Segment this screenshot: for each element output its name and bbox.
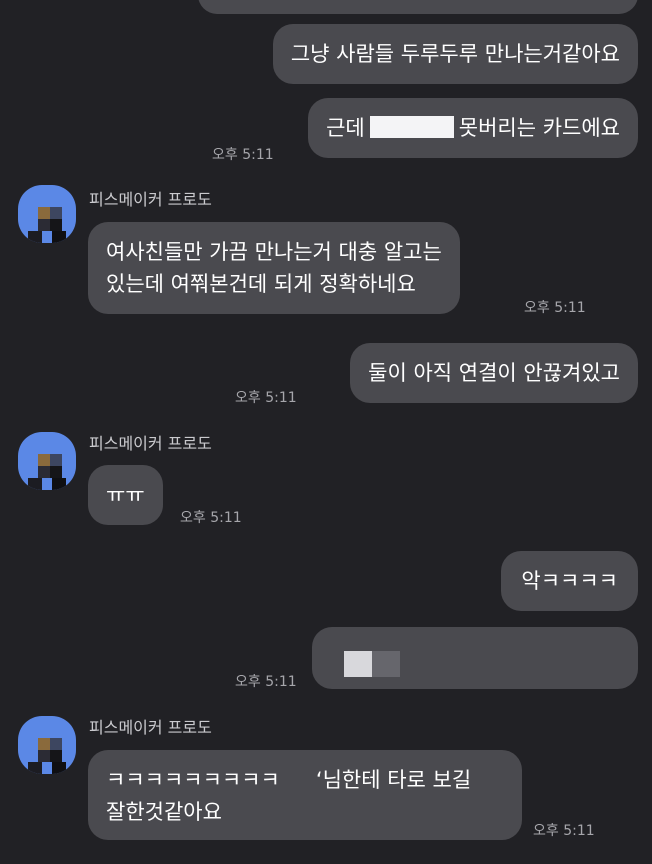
message-text: ㅋㅋㅋㅋㅋㅋㅋㅋㅋ <box>106 768 280 792</box>
avatar-pixel-block <box>52 478 66 490</box>
sender-name: 피스메이커 프로도 <box>89 190 212 209</box>
message-timestamp: 오후 5:11 <box>533 823 595 839</box>
message-text-line: 잘한것같아요 <box>106 800 222 824</box>
message-text-line: 있는데 여쭤본건데 되게 정확하네요 <box>106 272 416 296</box>
avatar-pixel-block <box>50 750 62 762</box>
avatar-pixel-block <box>52 231 66 243</box>
redacted-content <box>344 651 372 677</box>
message-bubble-outgoing[interactable]: 근데 못버리는 카드에요 <box>308 98 638 158</box>
chat-area: 그냥 사람들 두루두루 만나는거같아요 근데 못버리는 카드에요 오후 5:11 … <box>0 0 652 864</box>
message-timestamp: 오후 5:11 <box>180 510 242 526</box>
message-text: 그냥 사람들 두루두루 만나는거같아요 <box>290 42 620 66</box>
redacted-text <box>369 116 454 138</box>
avatar-pixel-block <box>38 207 50 219</box>
avatar-pixel-block <box>38 454 50 466</box>
message-bubble-incoming[interactable]: ㅋㅋㅋㅋㅋㅋㅋㅋㅋ ‘님한테 타로 보길 잘한것같아요 <box>88 750 522 840</box>
message-text: ㅠㅠ <box>106 483 145 507</box>
message-timestamp: 오후 5:11 <box>235 390 297 406</box>
message-bubble-partial[interactable] <box>198 0 638 14</box>
avatar-pixel-block <box>50 207 62 219</box>
message-text: ‘님한테 타로 보길 <box>315 768 472 792</box>
message-bubble-incoming[interactable]: ㅠㅠ <box>88 465 163 525</box>
avatar-pixel-block <box>50 454 62 466</box>
message-bubble-outgoing-redacted[interactable] <box>312 627 638 689</box>
message-bubble-outgoing[interactable]: 둘이 아직 연결이 안끊겨있고 <box>350 343 638 403</box>
message-timestamp: 오후 5:11 <box>235 674 297 690</box>
message-text-line: 여사친들만 가끔 만나는거 대충 알고는 <box>106 240 442 264</box>
avatar[interactable] <box>18 185 76 243</box>
message-timestamp: 오후 5:11 <box>524 300 586 316</box>
avatar-pixel-block <box>28 478 42 490</box>
avatar-pixel-block <box>52 762 66 774</box>
sender-name: 피스메이커 프로도 <box>89 434 212 453</box>
message-text: 못버리는 카드에요 <box>458 116 620 140</box>
message-text: 근데 <box>326 116 365 140</box>
avatar-pixel-block <box>50 466 62 478</box>
avatar-pixel-block <box>28 762 42 774</box>
message-text: 악ㅋㅋㅋㅋ <box>521 569 618 593</box>
avatar[interactable] <box>18 716 76 774</box>
avatar-pixel-block <box>28 231 42 243</box>
avatar[interactable] <box>18 432 76 490</box>
message-timestamp: 오후 5:11 <box>212 147 274 163</box>
message-text-line: ㅋㅋㅋㅋㅋㅋㅋㅋㅋ ‘님한테 타로 보길 <box>106 764 504 796</box>
message-bubble-outgoing[interactable]: 그냥 사람들 두루두루 만나는거같아요 <box>272 24 638 84</box>
avatar-pixel-block <box>38 466 50 478</box>
message-bubble-incoming[interactable]: 여사친들만 가끔 만나는거 대충 알고는 있는데 여쭤본건데 되게 정확하네요 <box>88 222 460 314</box>
avatar-pixel-block <box>38 738 50 750</box>
redacted-content <box>372 651 400 677</box>
message-text: 둘이 아직 연결이 안끊겨있고 <box>368 361 620 385</box>
avatar-pixel-block <box>50 738 62 750</box>
avatar-pixel-block <box>50 219 62 231</box>
sender-name: 피스메이커 프로도 <box>89 718 212 737</box>
avatar-pixel-block <box>38 750 50 762</box>
message-bubble-outgoing[interactable]: 악ㅋㅋㅋㅋ <box>501 551 638 611</box>
avatar-pixel-block <box>38 219 50 231</box>
